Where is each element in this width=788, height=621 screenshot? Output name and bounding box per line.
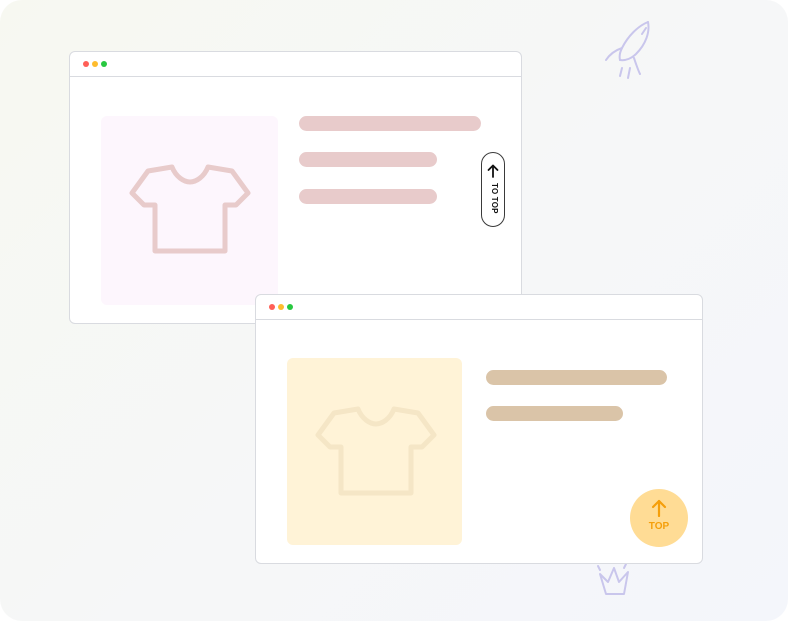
window-titlebar: [70, 52, 521, 77]
window-titlebar: [256, 295, 702, 320]
product-image-placeholder: [101, 116, 278, 305]
text-line-placeholder: [486, 406, 623, 421]
text-line-placeholder: [299, 152, 437, 167]
back-to-top-circle-button[interactable]: TOP: [630, 489, 688, 547]
browser-window-circle: TOP: [255, 294, 703, 564]
text-line-placeholder: [299, 189, 437, 204]
arrow-up-icon: [651, 499, 667, 517]
close-dot-icon[interactable]: [269, 304, 275, 310]
text-line-placeholder: [299, 116, 481, 131]
tshirt-icon: [315, 406, 437, 496]
maximize-dot-icon[interactable]: [287, 304, 293, 310]
back-to-top-label: TO TOP: [490, 183, 499, 214]
maximize-dot-icon[interactable]: [101, 61, 107, 67]
minimize-dot-icon[interactable]: [278, 304, 284, 310]
browser-window-pill: TO TOP: [69, 51, 522, 324]
tshirt-icon: [129, 164, 251, 254]
text-line-placeholder: [486, 370, 667, 385]
close-dot-icon[interactable]: [83, 61, 89, 67]
product-image-placeholder: [287, 358, 462, 545]
back-to-top-pill-button[interactable]: TO TOP: [481, 152, 505, 227]
crown-doodle-icon: [597, 563, 629, 595]
rocket-doodle-icon: [605, 21, 650, 79]
arrow-up-icon: [487, 164, 499, 178]
minimize-dot-icon[interactable]: [92, 61, 98, 67]
back-to-top-label: TOP: [648, 521, 670, 532]
illustration-canvas: TO TOP TOP: [0, 0, 788, 621]
